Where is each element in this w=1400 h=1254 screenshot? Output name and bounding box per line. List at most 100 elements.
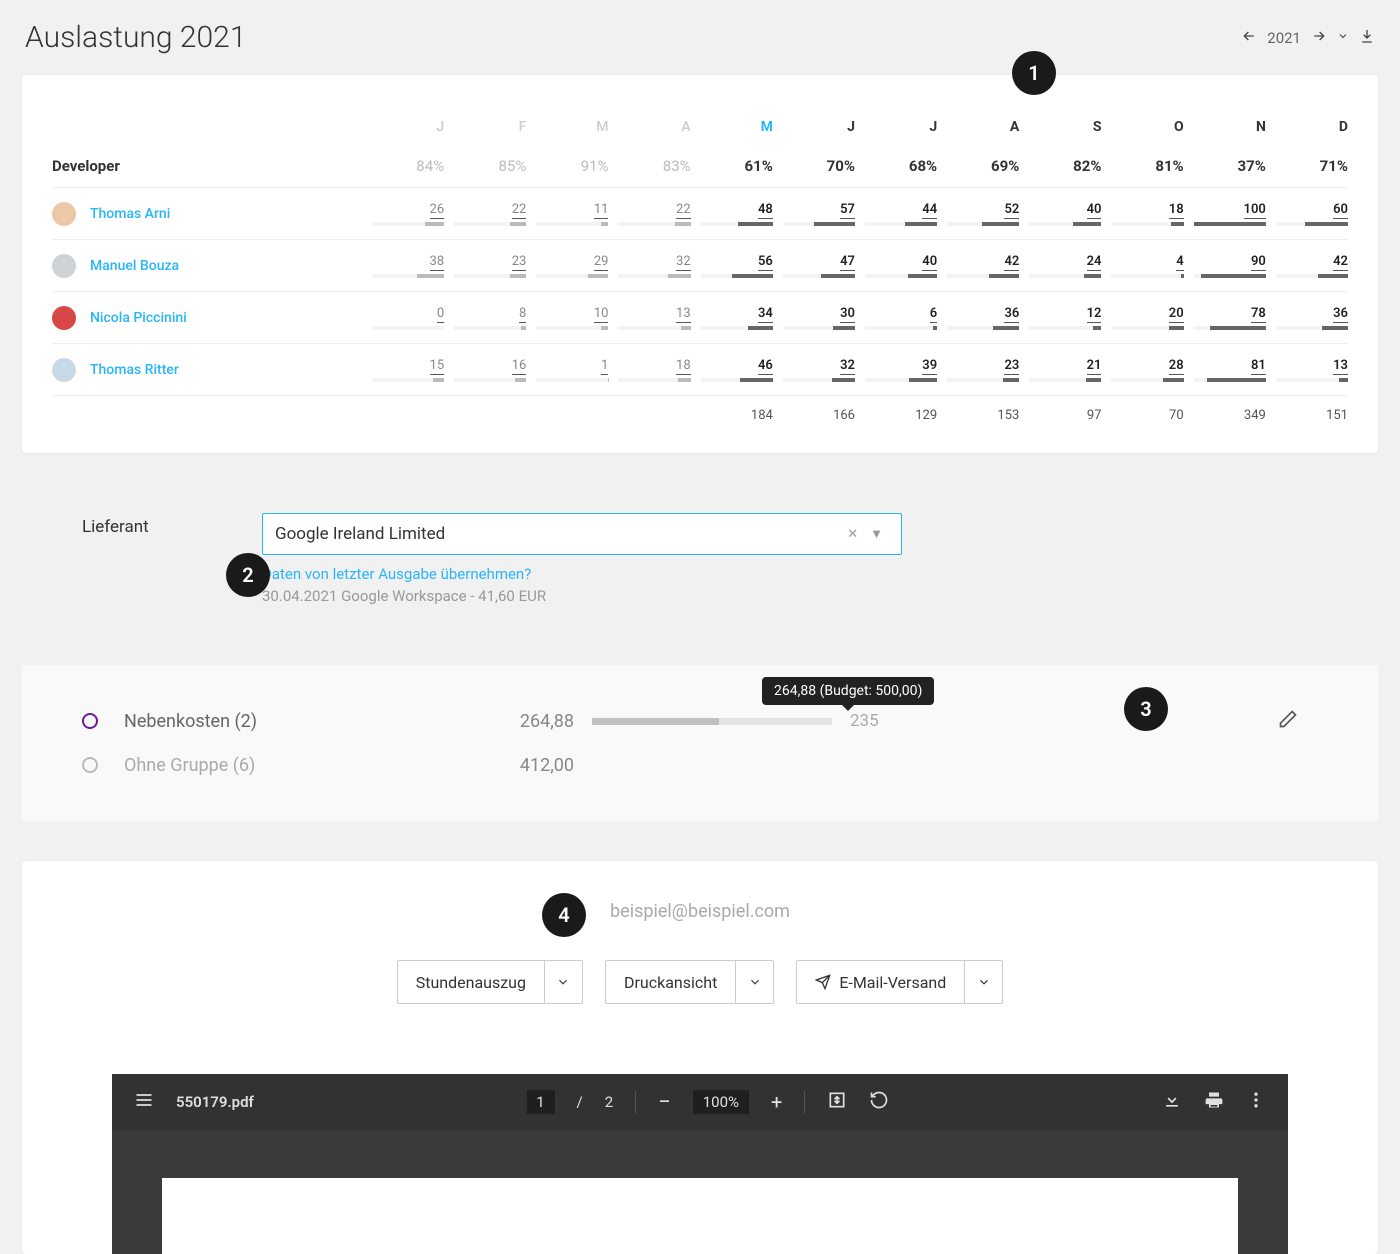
utilization-cell: 24	[1019, 254, 1101, 278]
groups-panel: 264,88 (Budget: 500,00) 3 Nebenkosten (2…	[22, 665, 1378, 821]
utilization-pct: 91%	[526, 157, 608, 175]
developer-name[interactable]: Thomas Ritter	[90, 362, 179, 378]
chevron-down-icon[interactable]	[735, 961, 773, 1003]
utilization-cell: 28	[1101, 358, 1183, 382]
developer-row: Nicola Piccinini081013343063612207836	[52, 291, 1348, 343]
pdf-fit-icon[interactable]	[827, 1090, 847, 1114]
avatar	[52, 306, 76, 330]
utilization-pct: 82%	[1019, 157, 1101, 175]
pdf-download-icon[interactable]	[1162, 1090, 1182, 1114]
split-button-main[interactable]: Druckansicht	[606, 961, 735, 1003]
utilization-cell: 42	[937, 254, 1019, 278]
utilization-cell: 0	[362, 306, 444, 330]
utilization-pct: 69%	[937, 157, 1019, 175]
split-button-label: Stundenauszug	[416, 973, 526, 992]
month-header: J	[362, 119, 444, 135]
utilization-cell: 36	[937, 306, 1019, 330]
developer-name[interactable]: Manuel Bouza	[90, 258, 179, 274]
utilization-cell: 42	[1266, 254, 1348, 278]
utilization-sum: 151	[1266, 408, 1348, 423]
month-header: A	[608, 119, 690, 135]
annotation-2: 2	[226, 553, 270, 597]
utilization-pct: 83%	[608, 157, 690, 175]
send-icon	[815, 974, 831, 990]
edit-icon[interactable]	[1278, 709, 1318, 733]
annotation-4: 4	[542, 893, 586, 937]
prev-year-button[interactable]	[1241, 28, 1257, 48]
utilization-cell: 13	[608, 306, 690, 330]
chevron-down-icon[interactable]	[544, 961, 582, 1003]
utilization-pct: 68%	[855, 157, 937, 175]
pdf-more-icon[interactable]	[1246, 1090, 1266, 1114]
supplier-select[interactable]: Google Ireland Limited ✕ ▼	[262, 513, 902, 555]
utilization-cell: 22	[444, 202, 526, 226]
chevron-down-icon[interactable]	[964, 961, 1002, 1003]
utilization-sum: 349	[1184, 408, 1266, 423]
developer-name[interactable]: Thomas Arni	[90, 206, 170, 222]
developer-name[interactable]: Nicola Piccinini	[90, 310, 187, 326]
pdf-rotate-icon[interactable]	[869, 1090, 889, 1114]
download-icon[interactable]	[1359, 28, 1375, 48]
pdf-zoom-out-icon[interactable]: −	[658, 1090, 671, 1115]
actions-panel: 4 beispiel@beispiel.com StundenauszugDru…	[22, 861, 1378, 1254]
developer-row: Thomas Ritter15161184632392321288113	[52, 343, 1348, 395]
utilization-cell: 78	[1184, 306, 1266, 330]
utilization-sum: 166	[773, 408, 855, 423]
utilization-cell: 13	[1266, 358, 1348, 382]
pdf-filename: 550179.pdf	[176, 1093, 254, 1111]
utilization-cell: 46	[691, 358, 773, 382]
utilization-cell: 1	[526, 358, 608, 382]
split-button-label: Druckansicht	[624, 973, 717, 992]
utilization-cell: 18	[1101, 202, 1183, 226]
utilization-cell: 26	[362, 202, 444, 226]
utilization-cell: 8	[444, 306, 526, 330]
month-header: J	[773, 119, 855, 135]
pdf-page-sep: /	[577, 1093, 583, 1111]
group-label[interactable]: Ohne Gruppe (6)	[124, 755, 436, 776]
utilization-cell: 23	[937, 358, 1019, 382]
utilization-cell: 39	[855, 358, 937, 382]
pdf-menu-icon[interactable]	[134, 1090, 154, 1114]
group-label[interactable]: Nebenkosten (2)	[124, 711, 436, 732]
split-button-main[interactable]: Stundenauszug	[398, 961, 544, 1003]
split-button-label: E-Mail-Versand	[839, 973, 946, 992]
utilization-cell: 34	[691, 306, 773, 330]
utilization-pct: 84%	[362, 157, 444, 175]
supplier-clear-icon[interactable]: ✕	[841, 527, 864, 542]
supplier-caret-icon[interactable]: ▼	[864, 526, 889, 542]
utilization-cell: 40	[855, 254, 937, 278]
utilization-sum: 129	[855, 408, 937, 423]
utilization-cell: 16	[444, 358, 526, 382]
pdf-print-icon[interactable]	[1204, 1090, 1224, 1114]
group-amount: 412,00	[454, 755, 574, 776]
group-progress	[592, 718, 832, 725]
year-dropdown-icon[interactable]	[1337, 30, 1349, 46]
utilization-cell: 6	[855, 306, 937, 330]
split-button: Stundenauszug	[397, 960, 583, 1004]
month-header: D	[1266, 119, 1348, 135]
pdf-zoom-value[interactable]: 100%	[693, 1090, 749, 1114]
page-title: Auslastung 2021	[25, 20, 246, 55]
budget-tooltip: 264,88 (Budget: 500,00)	[762, 677, 934, 705]
month-header: S	[1019, 119, 1101, 135]
utilization-pct: 61%	[691, 157, 773, 175]
split-button-main[interactable]: E-Mail-Versand	[797, 961, 964, 1003]
supplier-meta: 30.04.2021 Google Workspace - 41,60 EUR	[262, 587, 902, 605]
utilization-cell: 21	[1019, 358, 1101, 382]
utilization-cell: 32	[608, 254, 690, 278]
utilization-cell: 47	[773, 254, 855, 278]
utilization-cell: 12	[1019, 306, 1101, 330]
utilization-pct: 37%	[1184, 157, 1266, 175]
pdf-page-input[interactable]: 1	[527, 1090, 555, 1114]
utilization-pct: 81%	[1101, 157, 1183, 175]
utilization-cell: 60	[1266, 202, 1348, 226]
utilization-cell: 44	[855, 202, 937, 226]
pdf-zoom-in-icon[interactable]: +	[771, 1090, 782, 1114]
utilization-sum	[526, 408, 608, 423]
supplier-copy-link[interactable]: Daten von letzter Ausgabe übernehmen?	[262, 565, 902, 583]
utilization-sum: 97	[1019, 408, 1101, 423]
utilization-sum	[444, 408, 526, 423]
pdf-page	[162, 1178, 1238, 1254]
next-year-button[interactable]	[1311, 28, 1327, 48]
utilization-cell: 15	[362, 358, 444, 382]
